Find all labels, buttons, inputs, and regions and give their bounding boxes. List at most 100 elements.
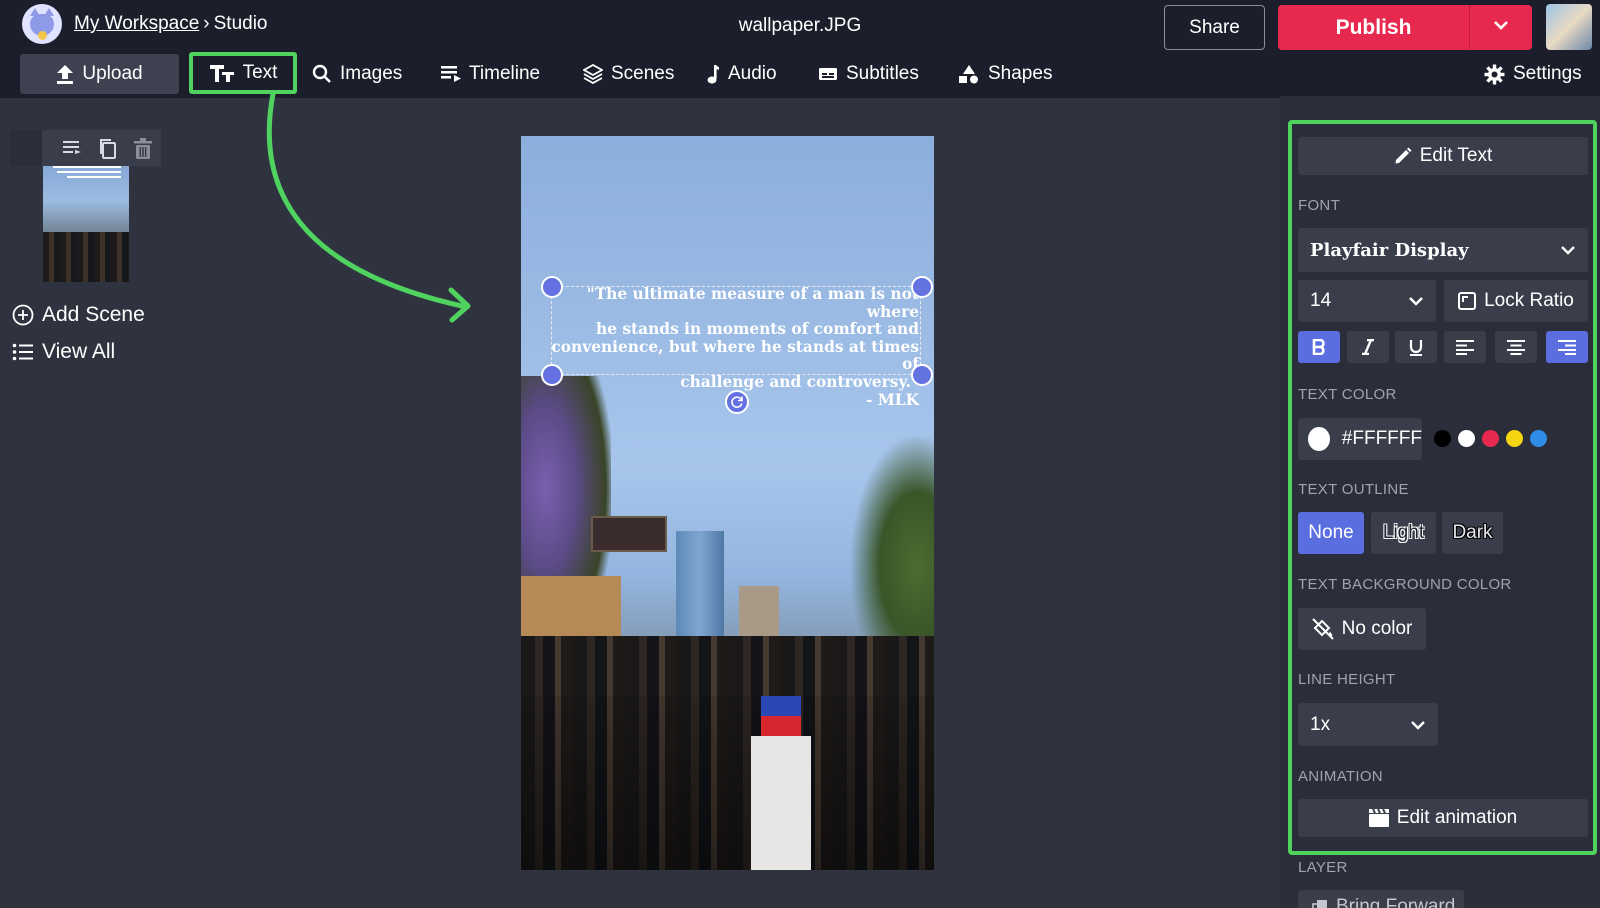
view-all-button[interactable]: View All bbox=[12, 340, 115, 364]
font-select[interactable]: Playfair Display bbox=[1298, 228, 1588, 272]
edit-animation-button[interactable]: Edit animation bbox=[1298, 799, 1588, 837]
text-tool-button[interactable]: Text bbox=[189, 52, 297, 94]
add-scene-label: Add Scene bbox=[42, 303, 145, 326]
lock-ratio-button[interactable]: Lock Ratio bbox=[1444, 280, 1588, 322]
swatch-black[interactable] bbox=[1434, 430, 1451, 447]
subtitles-tool-label: Subtitles bbox=[846, 63, 919, 84]
shapes-tool-button[interactable]: Shapes bbox=[958, 54, 1052, 94]
layers-icon bbox=[583, 64, 603, 84]
text-outline-label: TEXT OUTLINE bbox=[1298, 481, 1409, 498]
text-color-value: #FFFFFF bbox=[1341, 428, 1422, 449]
settings-button[interactable]: Settings bbox=[1484, 54, 1582, 94]
resize-handle-bottom-left[interactable] bbox=[541, 364, 563, 386]
font-size-select[interactable]: 14 bbox=[1298, 280, 1436, 322]
clapperboard-icon bbox=[1368, 809, 1389, 827]
chevron-down-icon bbox=[1561, 246, 1575, 255]
italic-button[interactable] bbox=[1347, 331, 1389, 363]
publish-dropdown-button[interactable] bbox=[1469, 5, 1532, 50]
trash-icon[interactable] bbox=[134, 138, 152, 160]
project-filename[interactable]: wallpaper.JPG bbox=[700, 15, 900, 37]
shapes-icon bbox=[959, 65, 978, 84]
pencil-icon bbox=[1395, 147, 1412, 164]
images-tool-label: Images bbox=[340, 63, 403, 84]
upload-button[interactable]: Upload bbox=[20, 54, 179, 94]
audio-tool-label: Audio bbox=[728, 63, 777, 84]
share-button[interactable]: Share bbox=[1164, 5, 1265, 50]
rotate-handle[interactable] bbox=[725, 390, 749, 414]
breadcrumb-current: Studio bbox=[213, 13, 268, 34]
breadcrumb-separator: › bbox=[203, 13, 210, 34]
swatch-white[interactable] bbox=[1458, 430, 1475, 447]
upload-label: Upload bbox=[82, 63, 143, 84]
view-all-label: View All bbox=[42, 340, 116, 363]
user-avatar[interactable] bbox=[1546, 4, 1592, 50]
audio-tool-button[interactable]: Audio bbox=[706, 54, 777, 94]
add-scene-button[interactable]: Add Scene bbox=[12, 303, 145, 327]
lock-ratio-label: Lock Ratio bbox=[1484, 290, 1574, 311]
font-size-value: 14 bbox=[1310, 290, 1332, 311]
align-left-button[interactable] bbox=[1444, 331, 1486, 363]
outline-none-button[interactable]: None bbox=[1298, 512, 1364, 554]
upload-icon bbox=[57, 65, 74, 84]
resize-handle-bottom-right[interactable] bbox=[911, 364, 933, 386]
line-height-select[interactable]: 1x bbox=[1298, 703, 1438, 746]
scenes-tool-label: Scenes bbox=[611, 63, 675, 84]
underline-button[interactable] bbox=[1395, 331, 1437, 363]
bring-forward-button[interactable]: Bring Forward bbox=[1298, 890, 1464, 908]
edit-text-button[interactable]: Edit Text bbox=[1298, 137, 1588, 175]
italic-icon bbox=[1362, 339, 1374, 355]
app-logo[interactable] bbox=[22, 4, 62, 44]
text-background-color-button[interactable]: No color bbox=[1298, 608, 1426, 650]
scene-menu-icon[interactable] bbox=[62, 138, 82, 156]
plus-circle-icon bbox=[12, 304, 34, 326]
edit-text-label: Edit Text bbox=[1419, 145, 1493, 166]
bring-forward-icon bbox=[1312, 900, 1327, 908]
current-color-swatch bbox=[1308, 427, 1330, 451]
swatch-red[interactable] bbox=[1482, 430, 1499, 447]
chevron-down-icon bbox=[1409, 297, 1423, 306]
timeline-tool-button[interactable]: Timeline bbox=[441, 54, 540, 94]
edit-animation-label: Edit animation bbox=[1396, 807, 1518, 828]
text-background-label: TEXT BACKGROUND COLOR bbox=[1298, 576, 1512, 593]
resize-handle-top-left[interactable] bbox=[541, 276, 563, 298]
settings-label: Settings bbox=[1513, 63, 1582, 84]
workspace-link[interactable]: My Workspace bbox=[74, 13, 199, 34]
animation-label: ANIMATION bbox=[1298, 768, 1383, 785]
scenes-tool-button[interactable]: Scenes bbox=[583, 54, 674, 94]
duplicate-icon[interactable] bbox=[98, 138, 118, 160]
font-label: FONT bbox=[1298, 197, 1341, 214]
music-note-icon bbox=[707, 65, 719, 84]
publish-button[interactable]: Publish bbox=[1278, 5, 1469, 50]
swatch-blue[interactable] bbox=[1530, 430, 1547, 447]
scene-toolbar-handle[interactable] bbox=[10, 130, 42, 166]
rotate-icon bbox=[731, 396, 743, 408]
shapes-tool-label: Shapes bbox=[988, 63, 1053, 84]
align-right-button[interactable] bbox=[1546, 331, 1588, 363]
chevron-down-icon bbox=[1494, 21, 1508, 30]
bring-forward-label: Bring Forward bbox=[1336, 896, 1456, 908]
outline-light-button[interactable]: Light bbox=[1371, 512, 1436, 554]
text-color-label: TEXT COLOR bbox=[1298, 386, 1397, 403]
align-right-icon bbox=[1558, 340, 1576, 355]
chevron-down-icon bbox=[1411, 720, 1425, 730]
breadcrumb: My Workspace › Studio bbox=[74, 13, 268, 35]
text-color-picker[interactable]: #FFFFFF bbox=[1298, 418, 1422, 460]
align-left-icon bbox=[1456, 340, 1474, 355]
images-tool-button[interactable]: Images bbox=[312, 54, 402, 94]
underline-icon bbox=[1409, 339, 1423, 356]
line-height-label: LINE HEIGHT bbox=[1298, 671, 1396, 688]
resize-handle-top-right[interactable] bbox=[911, 276, 933, 298]
scene-toolbar bbox=[10, 130, 161, 166]
paint-bucket-icon bbox=[1311, 618, 1334, 640]
align-center-button[interactable] bbox=[1495, 331, 1537, 363]
font-select-value: Playfair Display bbox=[1310, 239, 1469, 261]
swatch-yellow[interactable] bbox=[1506, 430, 1523, 447]
search-icon bbox=[312, 64, 331, 83]
aspect-ratio-icon bbox=[1458, 292, 1477, 310]
bold-button[interactable] bbox=[1298, 331, 1340, 363]
outline-dark-button[interactable]: Dark bbox=[1442, 512, 1503, 554]
editor-canvas[interactable] bbox=[521, 136, 934, 870]
subtitles-icon bbox=[819, 68, 837, 80]
scene-thumbnail[interactable] bbox=[43, 166, 129, 282]
subtitles-tool-button[interactable]: Subtitles bbox=[818, 54, 919, 94]
